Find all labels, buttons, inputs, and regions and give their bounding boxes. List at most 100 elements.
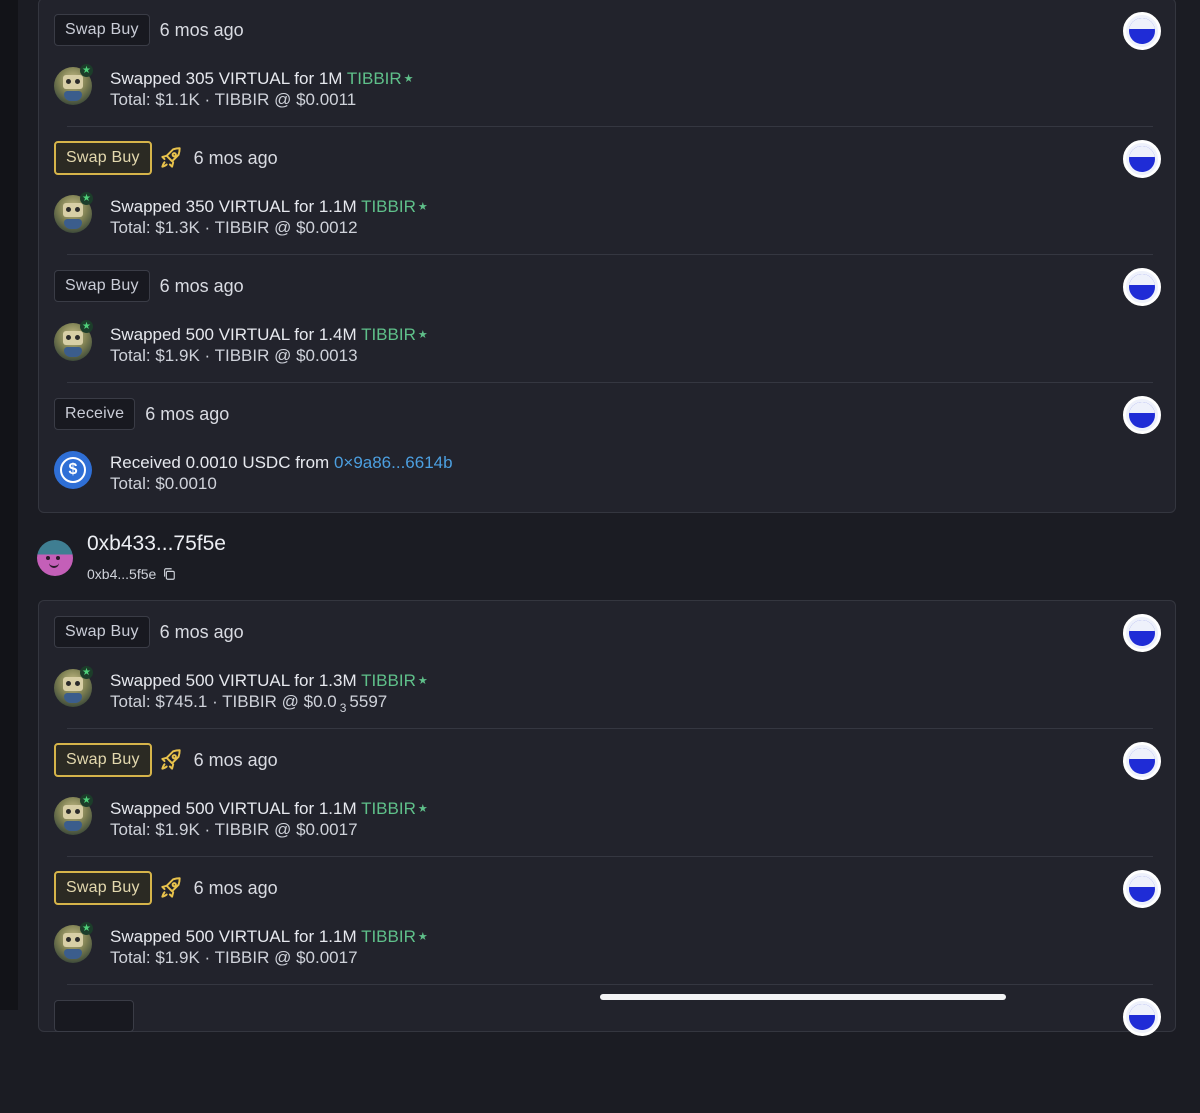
- verified-icon: ★: [80, 666, 93, 679]
- wallet-address-row: 0xb4...5f5e: [87, 566, 176, 582]
- activity-card-2: Swap Buy 6 mos ago ★ Swapped 500 VIRTUAL…: [38, 600, 1176, 1036]
- token-link[interactable]: TIBBIR: [361, 927, 416, 946]
- token-link[interactable]: TIBBIR: [361, 197, 416, 216]
- star-icon: ★: [417, 931, 428, 943]
- activity-row[interactable]: Swap Buy 6 mos ago ★ Swapped 305 VIRTUAL…: [39, 0, 1175, 127]
- receive-tag: Receive: [54, 398, 136, 430]
- copy-icon[interactable]: [162, 567, 176, 581]
- timestamp: 6 mos ago: [159, 275, 244, 296]
- swap-text: Swapped 500 VIRTUAL for 1.4M: [110, 325, 362, 344]
- total-line: Total: $0.0010: [110, 474, 217, 493]
- timestamp: 6 mos ago: [159, 19, 244, 40]
- receive-text: Received 0.0010 USDC from: [110, 453, 334, 472]
- row-header: Swap Buy 6 mos ago: [54, 615, 244, 649]
- usdc-token-avatar: $: [54, 451, 92, 489]
- wallet-short-address: 0xb4...5f5e: [87, 566, 157, 582]
- swap-text: Swapped 500 VIRTUAL for 1.3M: [110, 671, 362, 690]
- verified-icon: ★: [80, 64, 93, 77]
- rocket-icon: [160, 877, 181, 898]
- swap-buy-tag: Swap Buy: [54, 270, 150, 302]
- timestamp: 6 mos ago: [193, 147, 278, 168]
- verified-icon: ★: [80, 794, 93, 807]
- swap-description: Swapped 500 VIRTUAL for 1.1M TIBBIR ★: [110, 799, 428, 819]
- verified-icon: ★: [80, 320, 93, 333]
- row-header: Swap Buy 6 mos ago: [54, 13, 244, 47]
- swap-text: Swapped 350 VIRTUAL for 1.1M: [110, 197, 362, 216]
- wallet-title[interactable]: 0xb433...75f5e: [87, 532, 226, 556]
- row-header: Swap Buy 6 mos ago: [54, 269, 244, 303]
- usdc-icon: $: [60, 457, 86, 483]
- row-header: Swap Buy 6 mos ago: [54, 141, 278, 175]
- swap-buy-tag: Swap Buy: [54, 743, 152, 777]
- token-link[interactable]: TIBBIR: [361, 325, 416, 344]
- token-link[interactable]: TIBBIR: [347, 69, 402, 88]
- wallet-avatar[interactable]: [37, 540, 73, 576]
- swap-description: Swapped 500 VIRTUAL for 1.3M TIBBIR ★: [110, 671, 428, 691]
- token-link[interactable]: TIBBIR: [361, 799, 416, 818]
- row-header: Swap Buy 6 mos ago: [54, 871, 278, 905]
- star-icon: ★: [417, 201, 428, 213]
- activity-row[interactable]: Receive 6 mos ago $ Received 0.0010 USDC…: [39, 383, 1175, 511]
- base-chain-icon[interactable]: [1123, 12, 1161, 50]
- total-line: Total: $1.9K · TIBBIR @ $0.0013: [110, 346, 358, 365]
- row-header: Swap Buy 6 mos ago: [54, 743, 278, 777]
- timestamp: 6 mos ago: [159, 621, 244, 642]
- activity-row[interactable]: Swap Buy 6 mos ago ★ Swapped 500 VIRTUAL…: [39, 729, 1175, 857]
- base-chain-icon[interactable]: [1123, 614, 1161, 652]
- swap-description: Swapped 350 VIRTUAL for 1.1M TIBBIR ★: [110, 197, 428, 217]
- timestamp: 6 mos ago: [193, 877, 278, 898]
- star-icon: ★: [417, 803, 428, 815]
- star-icon: ★: [417, 329, 428, 341]
- total-prefix: Total: $745.1 · TIBBIR @ $0.0: [110, 692, 337, 711]
- activity-row[interactable]: Swap Buy 6 mos ago ★ Swapped 500 VIRTUAL…: [39, 255, 1175, 383]
- tibbir-token-avatar: ★: [54, 666, 93, 707]
- timestamp: 6 mos ago: [193, 749, 278, 770]
- row-header: Receive 6 mos ago: [54, 397, 229, 431]
- star-icon: ★: [417, 675, 428, 687]
- tibbir-token-avatar: ★: [54, 794, 93, 835]
- row-header: [54, 999, 134, 1033]
- timestamp: 6 mos ago: [145, 403, 230, 424]
- activity-row[interactable]: Swap Buy 6 mos ago ★ Swapped 350 VIRTUAL…: [39, 127, 1175, 255]
- swap-text: Swapped 500 VIRTUAL for 1.1M: [110, 799, 362, 818]
- zero-count-subscript: 3: [339, 701, 347, 715]
- star-icon: ★: [403, 73, 414, 85]
- token-link[interactable]: TIBBIR: [361, 671, 416, 690]
- swap-text: Swapped 305 VIRTUAL for 1M: [110, 69, 347, 88]
- swap-description: Swapped 500 VIRTUAL for 1.4M TIBBIR ★: [110, 325, 428, 345]
- total-suffix: 5597: [349, 692, 388, 711]
- total-line: Total: $1.9K · TIBBIR @ $0.0017: [110, 820, 358, 839]
- partial-tag: [54, 1000, 134, 1032]
- tibbir-token-avatar: ★: [54, 320, 93, 361]
- total-line: Total: $1.9K · TIBBIR @ $0.0017: [110, 948, 358, 967]
- verified-icon: ★: [80, 192, 93, 205]
- rocket-icon: [160, 147, 181, 168]
- activity-row[interactable]: Swap Buy 6 mos ago ★ Swapped 500 VIRTUAL…: [39, 857, 1175, 985]
- swap-buy-tag: Swap Buy: [54, 141, 152, 175]
- activity-card-1: Swap Buy 6 mos ago ★ Swapped 305 VIRTUAL…: [38, 0, 1176, 513]
- total-line: Total: $745.1 · TIBBIR @ $0.0 3 5597: [110, 692, 387, 715]
- swap-buy-tag: Swap Buy: [54, 616, 150, 648]
- activity-row[interactable]: Swap Buy 6 mos ago ★ Swapped 500 VIRTUAL…: [39, 601, 1175, 729]
- tibbir-token-avatar: ★: [54, 64, 93, 105]
- base-chain-icon[interactable]: [1123, 396, 1161, 434]
- base-chain-icon[interactable]: [1123, 998, 1161, 1036]
- base-chain-icon[interactable]: [1123, 742, 1161, 780]
- receive-description: Received 0.0010 USDC from 0×9a86...6614b: [110, 453, 453, 473]
- swap-description: Swapped 500 VIRTUAL for 1.1M TIBBIR ★: [110, 927, 428, 947]
- activity-row-partial[interactable]: [39, 985, 1175, 1113]
- base-chain-icon[interactable]: [1123, 140, 1161, 178]
- base-chain-icon[interactable]: [1123, 870, 1161, 908]
- swap-buy-tag: Swap Buy: [54, 14, 150, 46]
- rocket-icon: [160, 749, 181, 770]
- tibbir-token-avatar: ★: [54, 192, 93, 233]
- swap-buy-tag: Swap Buy: [54, 871, 152, 905]
- swap-text: Swapped 500 VIRTUAL for 1.1M: [110, 927, 362, 946]
- base-chain-icon[interactable]: [1123, 268, 1161, 306]
- swap-description: Swapped 305 VIRTUAL for 1M TIBBIR ★: [110, 69, 414, 89]
- left-rail: [0, 0, 18, 1010]
- sender-address-link[interactable]: 0×9a86...6614b: [334, 453, 453, 472]
- total-line: Total: $1.3K · TIBBIR @ $0.0012: [110, 218, 358, 237]
- home-indicator[interactable]: [600, 994, 1006, 1000]
- verified-icon: ★: [80, 922, 93, 935]
